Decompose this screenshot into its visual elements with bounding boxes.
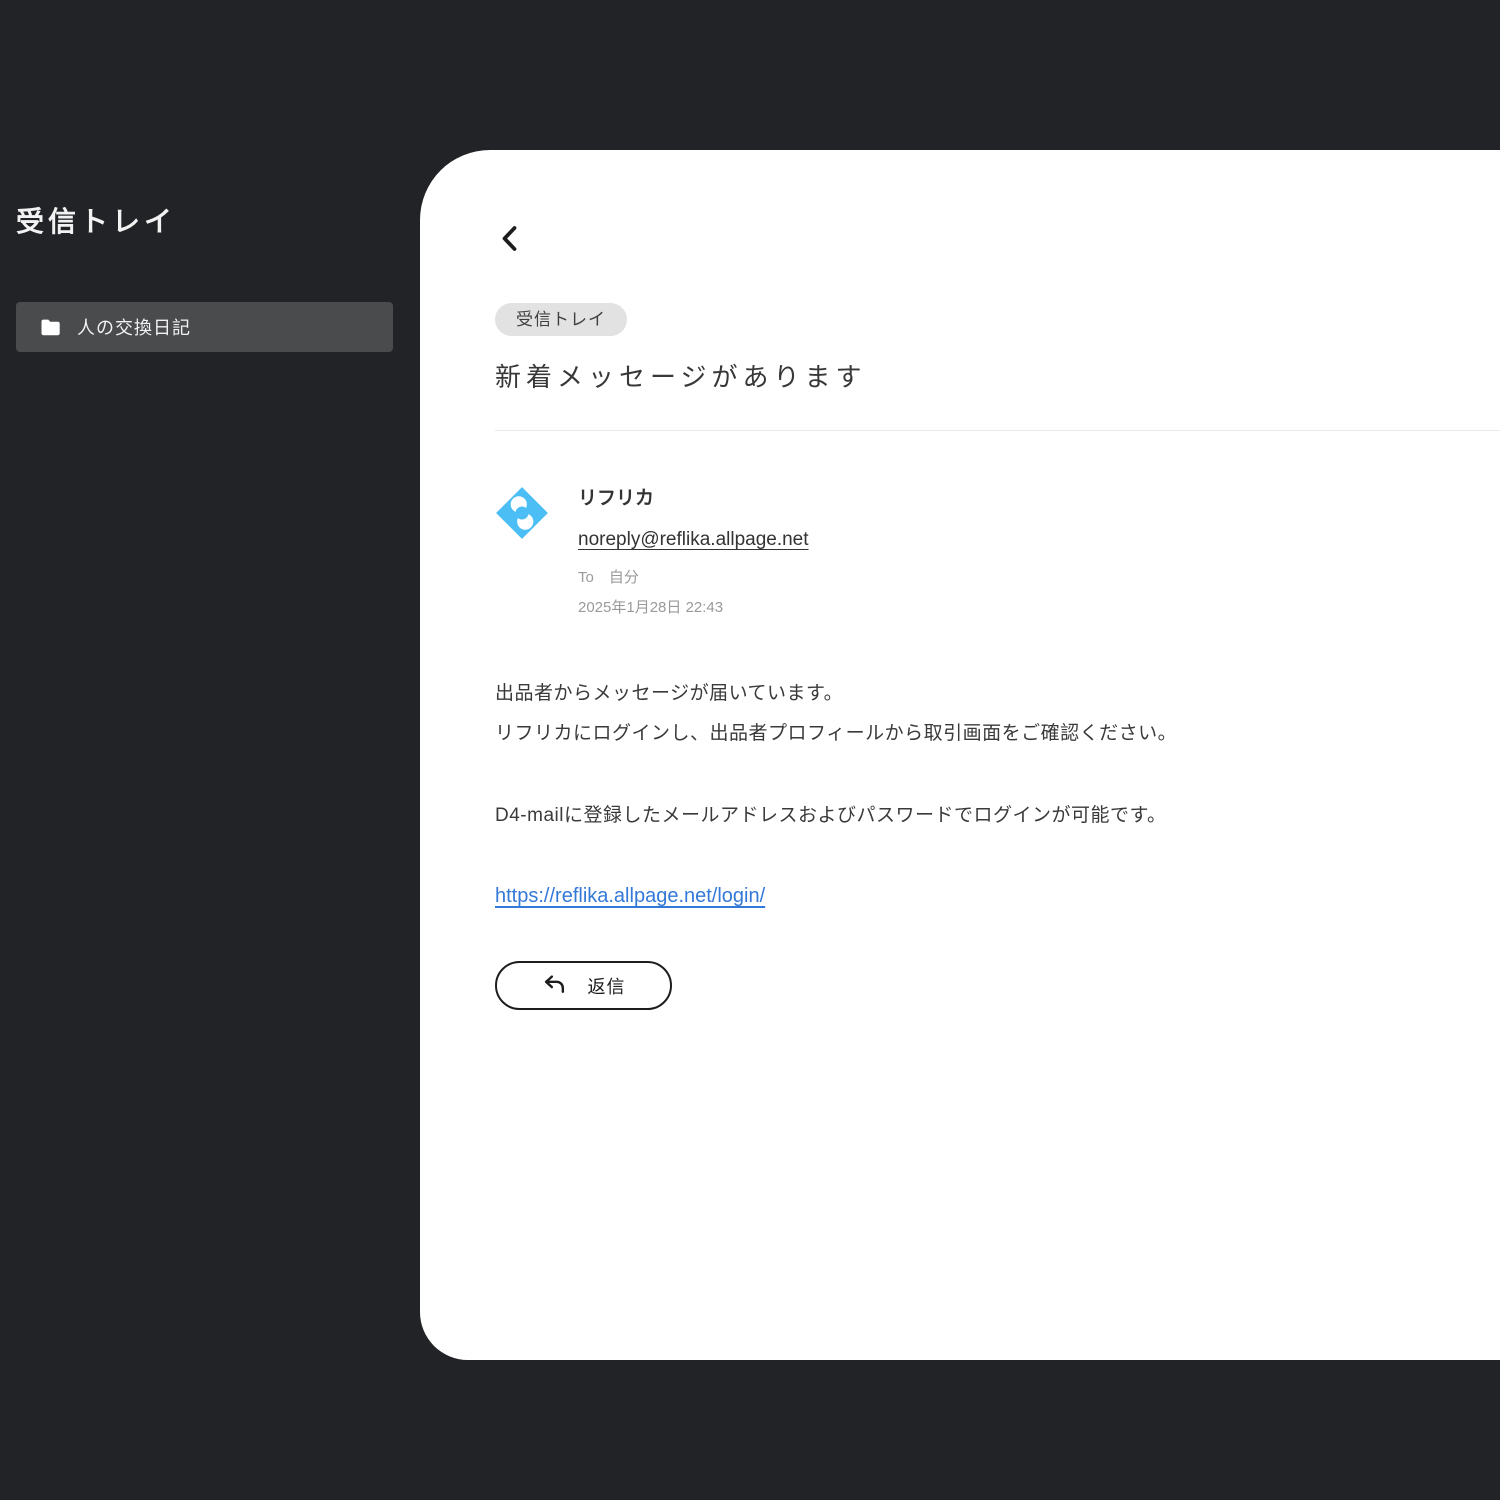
sender-name: リフリカ <box>578 487 809 511</box>
divider <box>495 430 1500 431</box>
body-line-3: D4-mailに登録したメールアドレスおよびパスワードでログインが可能です。 <box>495 802 1500 830</box>
folder-chip: 受信トレイ <box>495 303 627 336</box>
body-line-1: 出品者からメッセージが届いています。 <box>495 680 1500 708</box>
sidebar: 受信トレイ 人の交換日記 <box>0 0 420 1500</box>
mail-date: 2025年1月28日 22:43 <box>578 599 809 617</box>
to-label: To <box>578 569 594 586</box>
reply-label: 返信 <box>588 973 626 999</box>
sidebar-item-folder[interactable]: 人の交換日記 <box>16 302 393 352</box>
sender-block: リフリカ noreply@reflika.allpage.net To 自分 20… <box>495 486 1500 617</box>
recipient-row: To 自分 <box>578 569 809 587</box>
login-link[interactable]: https://reflika.allpage.net/login/ <box>495 882 765 910</box>
app-root: 受信トレイ 人の交換日記 受信トレイ 新着メッセージがあります <box>0 0 1500 1500</box>
reply-arrow-icon <box>542 974 568 997</box>
reply-button[interactable]: 返信 <box>495 961 672 1010</box>
inbox-title: 受信トレイ <box>16 200 176 240</box>
folder-label: 人の交換日記 <box>77 314 191 340</box>
mail-subject: 新着メッセージがあります <box>495 360 1500 394</box>
folder-icon <box>40 319 61 336</box>
sender-info: リフリカ noreply@reflika.allpage.net To 自分 20… <box>578 486 809 617</box>
back-button[interactable] <box>495 225 523 253</box>
to-value: 自分 <box>609 569 639 586</box>
reflika-logo <box>495 486 549 540</box>
body-line-2: リフリカにログインし、出品者プロフィールから取引画面をご確認ください。 <box>495 720 1500 748</box>
sender-email-link[interactable]: noreply@reflika.allpage.net <box>578 527 809 553</box>
chevron-left-icon <box>500 240 518 255</box>
mail-detail-panel: 受信トレイ 新着メッセージがあります リフリカ noreply@reflika.… <box>420 150 1500 1360</box>
